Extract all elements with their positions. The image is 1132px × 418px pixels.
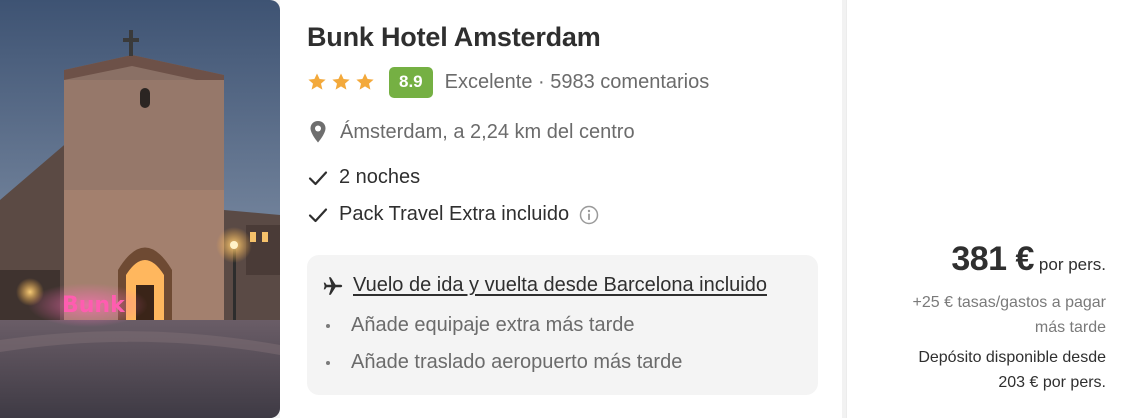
rating-row: 8.9 Excelente · 5983 comentarios [307,66,709,98]
deposit-note: Depósito disponible desde 203 € por pers… [856,345,1106,395]
feature-pack: Pack Travel Extra incluido [308,203,599,226]
feature-label: Pack Travel Extra incluido [339,203,570,225]
taxes-line: más tarde [1034,319,1106,336]
neon-sign: Bunk [62,293,126,318]
review-summary[interactable]: Excelente · 5983 comentarios [445,71,710,94]
flight-details-link[interactable]: Vuelo de ida y vuelta desde Barcelona in… [353,274,767,297]
star-icon [332,73,350,90]
deposit-line: 203 € por pers. [998,374,1106,391]
star-rating [307,72,375,92]
review-score-badge: 8.9 [389,66,433,98]
price: 381 € por pers. [951,240,1106,279]
hotel-photo[interactable]: Bunk [0,0,280,418]
info-icon[interactable] [579,205,599,225]
location-text: Ámsterdam, a 2,24 km del centro [340,120,635,143]
flight-extra-label: Añade equipaje extra más tarde [351,314,635,336]
star-icon [308,73,326,90]
feature-label: 2 noches [339,166,421,188]
taxes-line: +25 € tasas/gastos a pagar [912,294,1106,311]
flight-extra-transfer: Añade traslado aeropuerto más tarde [326,351,682,374]
price-panel: 381 € por pers. +25 € tasas/gastos a pag… [846,0,1132,418]
plane-icon [323,276,343,295]
hotel-location: Ámsterdam, a 2,24 km del centro [308,120,635,144]
star-icon [356,73,374,90]
price-unit: por pers. [1038,255,1106,274]
check-icon [308,170,328,185]
deposit-line: Depósito disponible desde [918,349,1106,366]
bullet-icon [326,323,330,328]
flight-included: Vuelo de ida y vuelta desde Barcelona in… [322,274,767,297]
flight-info-box: Vuelo de ida y vuelta desde Barcelona in… [307,255,818,395]
price-amount: 381 € [951,240,1034,278]
flight-extra-label: Añade traslado aeropuerto más tarde [351,351,683,373]
check-icon [308,207,328,222]
taxes-note: +25 € tasas/gastos a pagar más tarde [856,290,1106,340]
flight-extra-luggage: Añade equipaje extra más tarde [326,314,635,337]
hotel-info-panel: Bunk Hotel Amsterdam 8.9 Excelente · 598… [280,0,842,418]
bullet-icon [326,360,330,365]
hotel-photo-illustration: Bunk [0,0,280,418]
hotel-name[interactable]: Bunk Hotel Amsterdam [307,22,601,53]
location-pin-icon [310,121,326,143]
feature-nights: 2 noches [308,166,420,189]
hotel-card[interactable]: Bunk Bunk Hotel Amsterdam 8.9 Excelente … [0,0,1132,418]
